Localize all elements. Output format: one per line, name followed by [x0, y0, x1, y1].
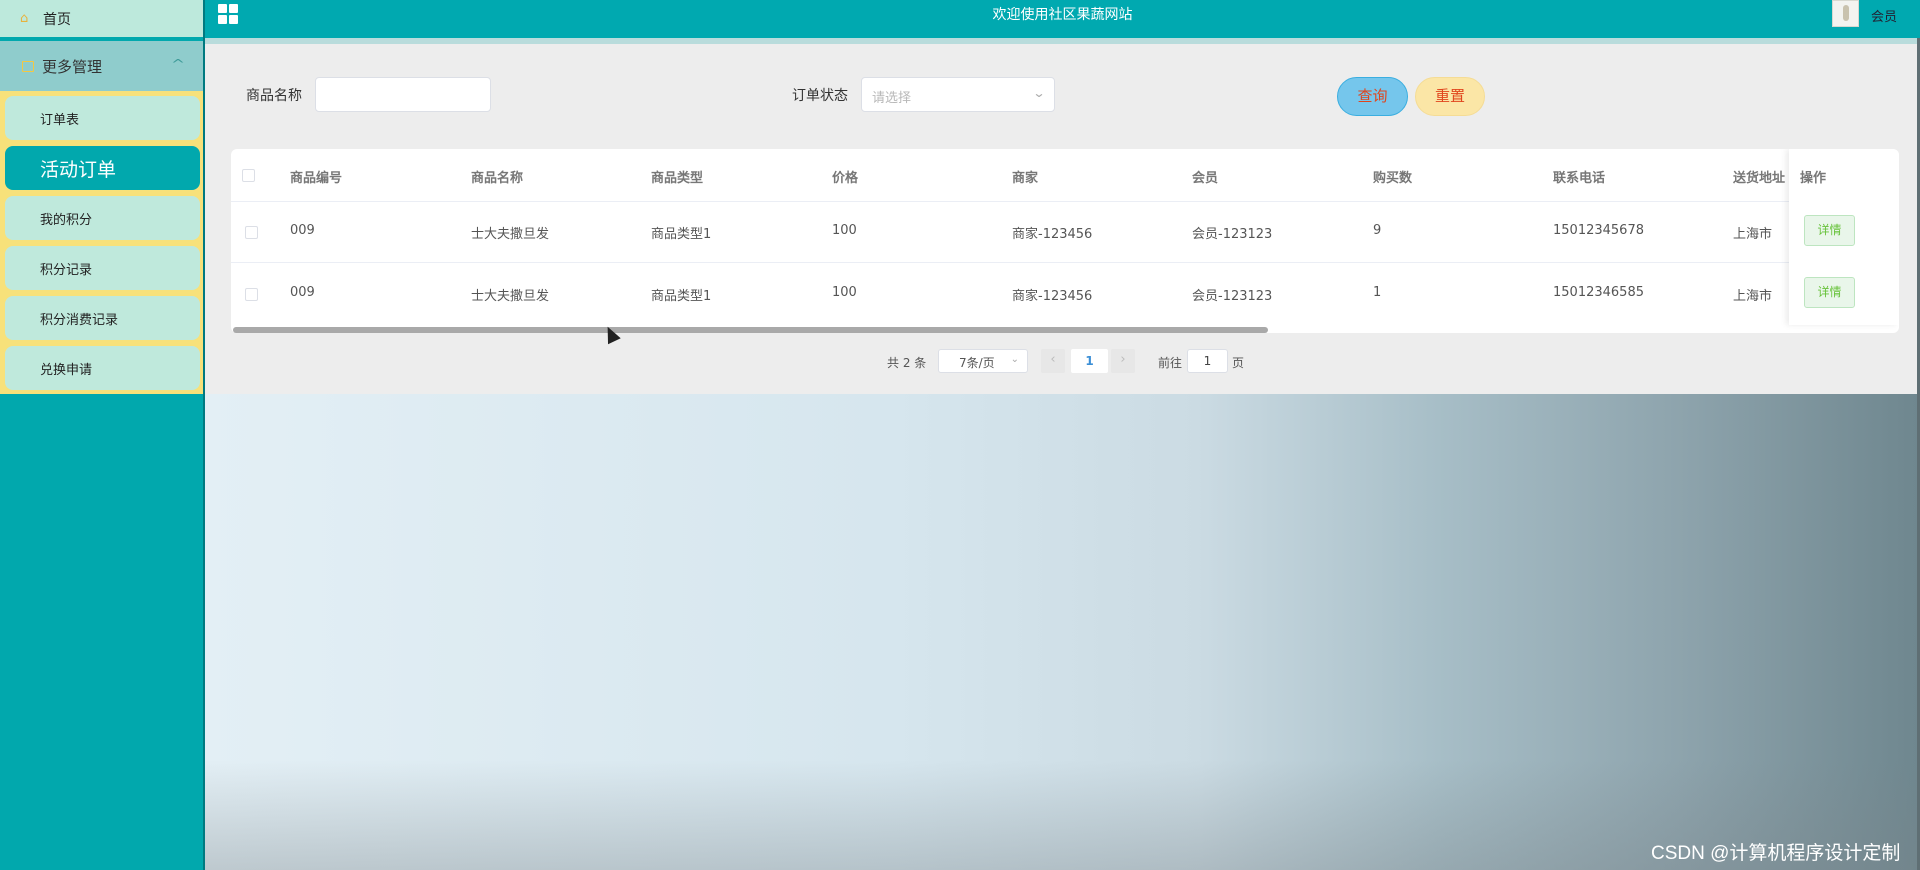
table-cell: 商家-123456	[1012, 289, 1093, 304]
table-cell: 上海市	[1733, 227, 1773, 242]
table-cell: 15012346585	[1553, 285, 1644, 300]
product-name-label: 商品名称	[246, 88, 302, 104]
sidebar-item-points-consumption[interactable]: 积分消费记录	[5, 296, 200, 340]
sidebar-item-activity-orders[interactable]: 活动订单	[5, 146, 200, 190]
order-status-placeholder: 请选择	[872, 91, 912, 106]
sidebar-item-my-points[interactable]: 我的积分	[5, 196, 200, 240]
table-cell: 商品类型1	[651, 227, 712, 242]
top-header: 欢迎使用社区果蔬网站 会员	[205, 0, 1920, 38]
row-checkbox[interactable]	[245, 226, 258, 239]
page-size-select[interactable]: 7条/页 ⌄	[938, 349, 1028, 373]
table-cell: 1	[1373, 285, 1382, 300]
column-header[interactable]: 价格	[832, 167, 858, 186]
content-background	[205, 394, 1917, 870]
table-cell: 士大夫撒旦发	[471, 289, 550, 304]
sidebar-item-label: 积分消费记录	[40, 312, 119, 328]
goto-page-input[interactable]: 1	[1187, 349, 1228, 373]
sidebar-item-label: 订单表	[40, 112, 80, 128]
query-button[interactable]: 查询	[1337, 77, 1408, 116]
column-header[interactable]: 商品名称	[471, 167, 523, 186]
page-number-current[interactable]: 1	[1071, 349, 1108, 373]
column-header[interactable]: 购买数	[1373, 167, 1412, 186]
table-cell: 商品类型1	[651, 289, 712, 304]
detail-button[interactable]: 详情	[1804, 215, 1855, 246]
user-role-label[interactable]: 会员	[1871, 6, 1897, 25]
column-header[interactable]: 会员	[1192, 167, 1218, 186]
table-cell: 15012345678	[1553, 223, 1644, 238]
sidebar-group-more-management[interactable]: 更多管理 ^	[0, 41, 203, 91]
column-header[interactable]: 商品编号	[290, 167, 342, 186]
data-table: 商品编号 商品名称 商品类型 价格 商家 会员 购买数 联系电话 送货地址 00…	[231, 149, 1899, 333]
sidebar-item-label: 积分记录	[40, 262, 93, 278]
table-row: 009 士大夫撒旦发 商品类型1 100 商家-123456 会员-123123…	[231, 263, 1899, 325]
column-header[interactable]: 联系电话	[1553, 167, 1605, 186]
goto-label: 前往	[1158, 356, 1183, 370]
scrollbar-thumb[interactable]	[233, 327, 1268, 333]
sidebar-submenu: 订单表 活动订单 我的积分 积分记录 积分消费记录 兑换申请	[0, 91, 203, 394]
sidebar-item-label: 兑换申请	[40, 362, 93, 378]
watermark: CSDN @计算机程序设计定制	[1651, 843, 1901, 864]
sidebar-group-label: 更多管理	[42, 57, 103, 76]
chevron-up-icon: ^	[170, 57, 186, 71]
detail-button[interactable]: 详情	[1804, 277, 1855, 308]
avatar[interactable]	[1832, 0, 1859, 27]
table-cell: 100	[832, 223, 857, 238]
prev-page-button[interactable]: ‹	[1041, 349, 1065, 373]
folder-icon	[22, 60, 34, 72]
site-title: 欢迎使用社区果蔬网站	[992, 7, 1133, 23]
sidebar-item-points-records[interactable]: 积分记录	[5, 246, 200, 290]
table-cell: 商家-123456	[1012, 227, 1093, 242]
sidebar-item-label: 我的积分	[40, 212, 93, 228]
sidebar-item-label: 首页	[43, 11, 71, 28]
column-header: 操作	[1800, 171, 1827, 186]
sidebar-item-orders[interactable]: 订单表	[5, 96, 200, 140]
table-cell: 会员-123123	[1192, 227, 1273, 242]
table-cell: 9	[1373, 223, 1382, 238]
column-header[interactable]: 商品类型	[651, 167, 703, 186]
chevron-down-icon: ⌄	[1032, 86, 1046, 100]
product-name-input[interactable]	[315, 77, 491, 112]
sidebar: ⌂ 首页 更多管理 ^ 订单表 活动订单 我的积分 积分记录 积分消费记录 兑换…	[0, 0, 205, 870]
table-cell: 上海市	[1733, 289, 1773, 304]
page-unit-label: 页	[1232, 356, 1245, 370]
order-status-select[interactable]: 请选择 ⌄	[861, 77, 1055, 112]
table-row: 009 士大夫撒旦发 商品类型1 100 商家-123456 会员-123123…	[231, 201, 1899, 263]
sidebar-item-label: 活动订单	[40, 158, 117, 181]
table-cell: 士大夫撒旦发	[471, 227, 550, 242]
chevron-down-icon: ⌄	[1010, 354, 1019, 365]
select-all-checkbox[interactable]	[242, 169, 255, 182]
sidebar-item-exchange-requests[interactable]: 兑换申请	[5, 346, 200, 390]
column-header[interactable]: 送货地址	[1733, 167, 1785, 186]
table-cell: 009	[290, 223, 315, 238]
sidebar-item-home[interactable]: ⌂ 首页	[0, 0, 203, 37]
pagination-total: 共 2 条	[887, 356, 927, 370]
reset-button[interactable]: 重置	[1415, 77, 1485, 116]
order-status-label: 订单状态	[792, 88, 848, 104]
page-size-value: 7条/页	[959, 356, 995, 370]
home-icon: ⌂	[20, 10, 29, 26]
table-horizontal-scrollbar[interactable]	[231, 326, 1899, 334]
column-header[interactable]: 商家	[1012, 167, 1038, 186]
row-checkbox[interactable]	[245, 288, 258, 301]
table-cell: 100	[832, 285, 857, 300]
table-header-row: 商品编号 商品名称 商品类型 价格 商家 会员 购买数 联系电话 送货地址	[231, 149, 1899, 202]
table-cell: 会员-123123	[1192, 289, 1273, 304]
next-page-button[interactable]: ›	[1111, 349, 1135, 373]
table-cell: 009	[290, 285, 315, 300]
